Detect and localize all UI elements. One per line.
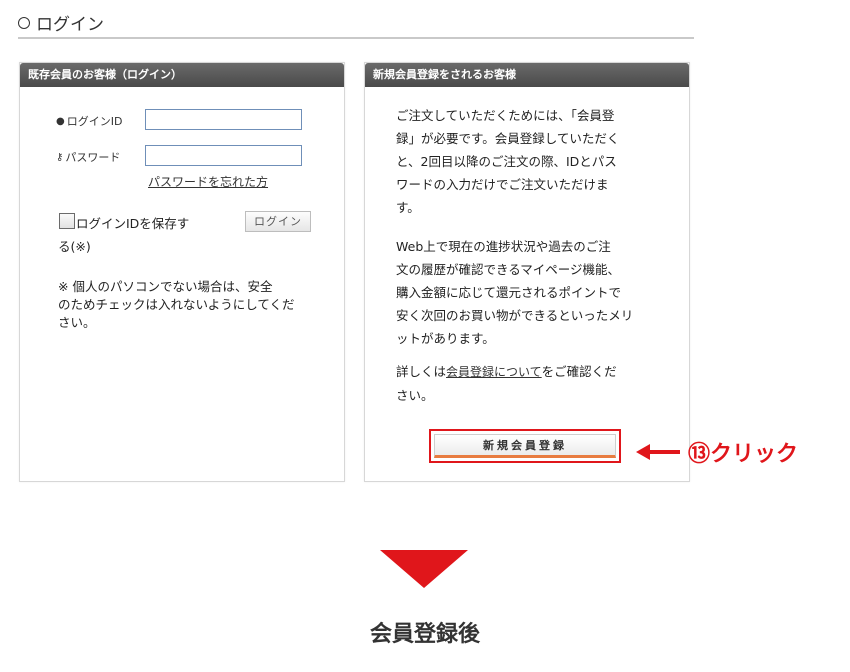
login-id-label: ● ログインID bbox=[56, 113, 122, 129]
note-line: さい。 bbox=[58, 315, 96, 330]
intro-line: す。 bbox=[396, 200, 420, 215]
benefit-line: 文の履歴が確認できるマイページ機能、 bbox=[396, 262, 621, 277]
circle-icon bbox=[18, 16, 30, 29]
forgot-password-link[interactable]: パスワードを忘れた方 bbox=[148, 173, 268, 190]
details-suffix: をご確認くだ bbox=[541, 364, 617, 379]
password-label: ⚷ パスワード bbox=[56, 149, 120, 165]
details-line2: さい。 bbox=[396, 388, 434, 403]
register-button-highlight: 新規会員登録 bbox=[429, 429, 621, 463]
left-arrow-icon bbox=[636, 444, 680, 460]
login-button[interactable]: ログイン bbox=[245, 211, 311, 232]
benefit-line: Web上で現在の進捗状況や過去のご注 bbox=[396, 239, 611, 254]
note-line: のためチェックは入れないようにしてくだ bbox=[58, 297, 295, 312]
password-input[interactable] bbox=[145, 145, 302, 166]
save-id-label-line1: ログインIDを保存す bbox=[76, 216, 190, 231]
save-id-label-line2: る(※) bbox=[58, 239, 91, 254]
password-label-text: パスワード bbox=[65, 151, 121, 164]
benefit-line: ットがあります。 bbox=[396, 331, 495, 346]
registration-benefits: Web上で現在の進捗状況や過去のご注 文の履歴が確認できるマイページ機能、 購入… bbox=[396, 235, 633, 350]
title-divider bbox=[18, 37, 694, 39]
existing-panel-header: 既存会員のお客様（ログイン） bbox=[20, 63, 344, 87]
benefit-line: 安く次回のお買い物ができるといったメリ bbox=[396, 308, 634, 323]
intro-line: と、2回目以降のご注文の際、IDとパス bbox=[396, 154, 617, 169]
intro-line: ご注文していただくためには、「会員登 bbox=[396, 108, 615, 123]
new-panel-header: 新規会員登録をされるお客様 bbox=[365, 63, 689, 87]
note-line: ※ 個人のパソコンでない場合は、安全 bbox=[58, 279, 273, 294]
annotation-text: ⑬クリック bbox=[688, 442, 799, 467]
details-prefix: 詳しくは bbox=[396, 364, 447, 379]
key-icon: ⚷ bbox=[56, 151, 64, 163]
login-id-label-text: ログインID bbox=[66, 115, 123, 128]
intro-line: 録」が必要です。会員登録していただく bbox=[396, 131, 620, 146]
click-annotation: ⑬クリック bbox=[636, 436, 798, 468]
new-registration-button[interactable]: 新規会員登録 bbox=[434, 434, 616, 458]
benefit-line: 購入金額に応じて還元されるポイントで bbox=[396, 285, 622, 300]
about-registration-link[interactable]: 会員登録について bbox=[446, 365, 542, 379]
page-title-text: ログイン bbox=[36, 15, 104, 35]
login-id-input[interactable] bbox=[145, 109, 302, 130]
down-arrow-icon bbox=[380, 550, 468, 588]
after-registration-label: 会員登録後 bbox=[369, 622, 480, 647]
registration-details: 詳しくは会員登録についてをご確認くだ さい。 bbox=[396, 360, 617, 407]
intro-line: ワードの入力だけでご注文いただけま bbox=[396, 177, 609, 192]
save-id-checkbox[interactable] bbox=[59, 213, 75, 229]
registration-intro: ご注文していただくためには、「会員登 録」が必要です。会員登録していただく と、… bbox=[396, 104, 619, 219]
page-title: ログイン bbox=[18, 10, 104, 35]
person-icon: ● bbox=[56, 115, 65, 127]
security-note: ※ 個人のパソコンでない場合は、安全 のためチェックは入れないようにしてくだ さ… bbox=[58, 278, 295, 332]
